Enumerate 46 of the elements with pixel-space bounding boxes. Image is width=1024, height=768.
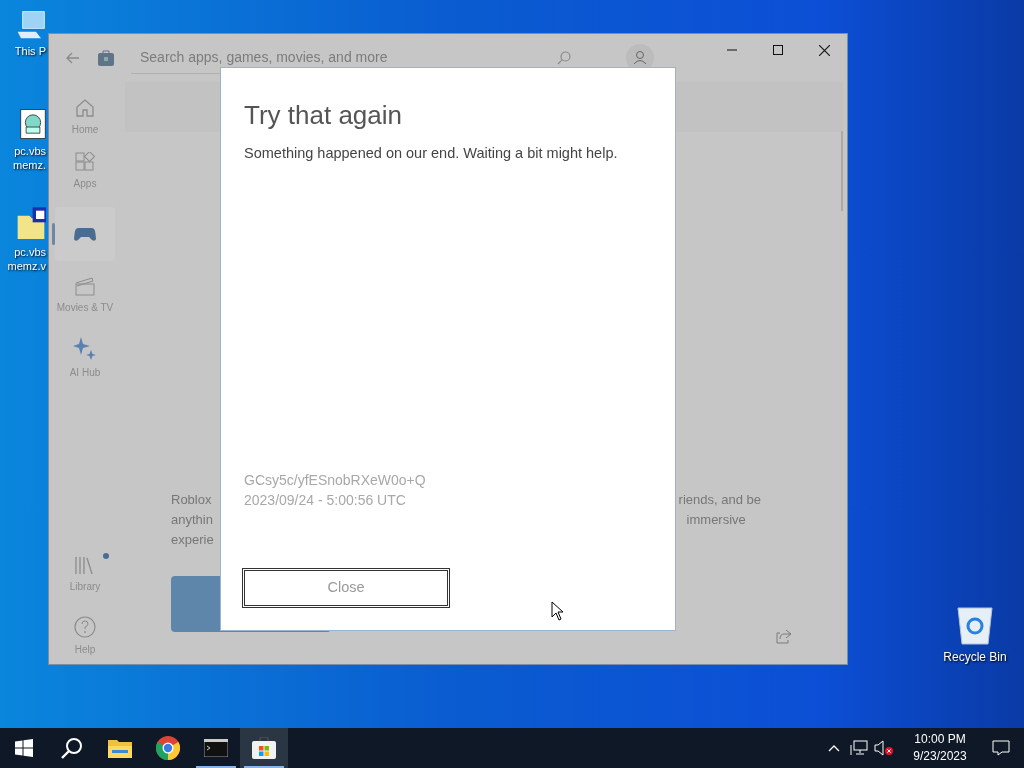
error-code: GCsy5c/yfESnobRXeW0o+Q (244, 471, 427, 490)
help-icon (74, 616, 96, 639)
chrome-icon (156, 736, 180, 760)
close-button[interactable]: Close (242, 568, 450, 608)
store-logo-icon (98, 50, 114, 66)
dialog-message: Something happened on our end. Waiting a bit might help. (244, 144, 619, 163)
terminal-icon (204, 739, 228, 757)
nav-item[interactable]: AI Hub (55, 331, 115, 386)
desktop-icon-label[interactable]: pc.vbs memz.v (1, 245, 46, 273)
description-text: Roblox (171, 491, 213, 509)
description-text: experie (171, 531, 214, 549)
nav-item[interactable]: Help (55, 609, 115, 664)
desktop-icon-label[interactable]: Recycle Bin (943, 650, 1007, 664)
chevron-up-icon[interactable] (828, 744, 840, 752)
description-text: immersive (686, 511, 747, 529)
nav-item[interactable]: Home (55, 90, 115, 145)
maximize-icon (773, 45, 783, 55)
desktop-icon[interactable] (16, 207, 46, 241)
description-text: anythin (171, 511, 214, 529)
library-icon (74, 555, 96, 576)
selection-indicator (52, 222, 55, 245)
explorer-icon (108, 738, 132, 758)
desktop-icon-label[interactable]: pc.vbs memz. (1, 144, 46, 172)
store-icon (252, 737, 276, 759)
description-text: riends, and be (678, 491, 761, 509)
ai-icon (73, 336, 97, 361)
error-timestamp: 2023/09/24 - 5:00:56 UTC (244, 491, 407, 510)
network-icon[interactable] (850, 740, 868, 756)
search-icon (61, 737, 83, 759)
notification-icon[interactable] (992, 740, 1010, 756)
nav-item[interactable]: Movies & TV (55, 268, 115, 324)
taskbar-button[interactable] (240, 728, 288, 768)
gaming-icon (74, 225, 96, 242)
nav-item[interactable] (55, 206, 115, 261)
apps-icon (75, 151, 95, 172)
desktop-icon-label[interactable]: This P (14, 44, 46, 58)
clock[interactable]: 10:00 PM 9/23/2023 (902, 731, 978, 765)
movies-icon (75, 276, 95, 297)
start-icon (15, 739, 33, 757)
nav-item[interactable]: Apps (55, 144, 115, 199)
mouse-cursor-icon (551, 601, 565, 621)
close-icon (818, 44, 830, 56)
home-icon (75, 97, 95, 118)
dialog-title: Try that again (244, 99, 403, 132)
desktop-icon[interactable] (20, 108, 46, 140)
muted-speaker-icon[interactable] (874, 740, 894, 756)
